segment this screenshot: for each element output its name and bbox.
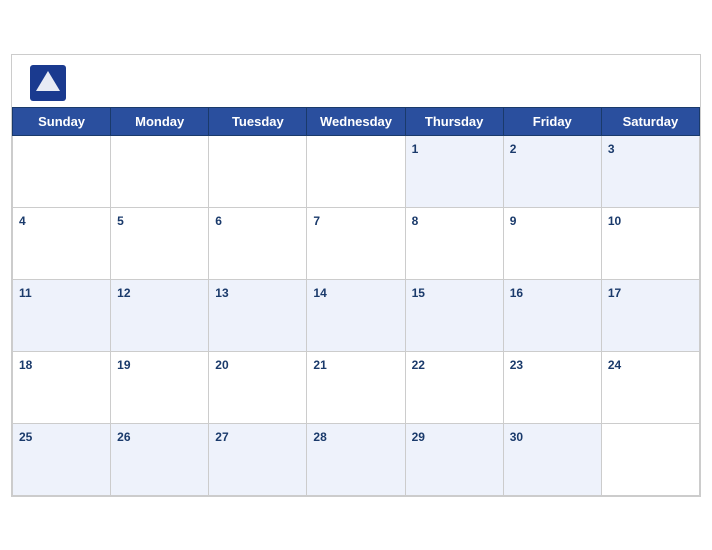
calendar-cell: 4 [13,207,111,279]
weekday-header: Saturday [601,107,699,135]
calendar-cell: 1 [405,135,503,207]
day-number: 20 [215,358,228,372]
calendar-cell [209,135,307,207]
day-number: 19 [117,358,130,372]
day-number: 16 [510,286,523,300]
calendar-cell: 17 [601,279,699,351]
calendar-cell: 9 [503,207,601,279]
calendar-cell: 28 [307,423,405,495]
calendar-grid: SundayMondayTuesdayWednesdayThursdayFrid… [12,107,700,496]
calendar-cell: 14 [307,279,405,351]
day-number: 5 [117,214,124,228]
calendar-cell [111,135,209,207]
calendar-cell [601,423,699,495]
day-number: 13 [215,286,228,300]
day-number: 22 [412,358,425,372]
calendar-cell: 24 [601,351,699,423]
calendar-cell: 11 [13,279,111,351]
calendar-cell: 29 [405,423,503,495]
calendar-cell: 18 [13,351,111,423]
day-number: 27 [215,430,228,444]
calendar-cell: 20 [209,351,307,423]
day-number: 14 [313,286,326,300]
day-number: 2 [510,142,517,156]
calendar-container: SundayMondayTuesdayWednesdayThursdayFrid… [11,54,701,497]
day-number: 7 [313,214,320,228]
calendar-week-row: 25 26 27 28 29 30 [13,423,700,495]
weekday-header: Sunday [13,107,111,135]
calendar-cell: 5 [111,207,209,279]
day-number: 6 [215,214,222,228]
weekday-header-row: SundayMondayTuesdayWednesdayThursdayFrid… [13,107,700,135]
calendar-cell: 13 [209,279,307,351]
calendar-cell: 22 [405,351,503,423]
day-number: 1 [412,142,419,156]
calendar-cell: 12 [111,279,209,351]
day-number: 12 [117,286,130,300]
day-number: 9 [510,214,517,228]
calendar-cell: 10 [601,207,699,279]
calendar-cell: 3 [601,135,699,207]
calendar-body: 1234567891011121314151617181920212223242… [13,135,700,495]
day-number: 10 [608,214,621,228]
calendar-cell: 30 [503,423,601,495]
calendar-cell [13,135,111,207]
weekday-header: Tuesday [209,107,307,135]
logo-icon [30,65,66,101]
calendar-cell: 8 [405,207,503,279]
calendar-cell: 6 [209,207,307,279]
day-number: 26 [117,430,130,444]
day-number: 3 [608,142,615,156]
weekday-header: Thursday [405,107,503,135]
day-number: 8 [412,214,419,228]
day-number: 29 [412,430,425,444]
day-number: 28 [313,430,326,444]
calendar-week-row: 1 2 3 [13,135,700,207]
calendar-cell: 23 [503,351,601,423]
day-number: 15 [412,286,425,300]
weekday-header: Monday [111,107,209,135]
day-number: 11 [19,286,32,300]
calendar-cell: 27 [209,423,307,495]
day-number: 23 [510,358,523,372]
weekday-header: Wednesday [307,107,405,135]
calendar-week-row: 4 5 6 7 8 9 10 [13,207,700,279]
day-number: 18 [19,358,32,372]
calendar-cell: 7 [307,207,405,279]
day-number: 25 [19,430,32,444]
calendar-week-row: 11 12 13 14 15 16 17 [13,279,700,351]
day-number: 4 [19,214,26,228]
calendar-cell: 25 [13,423,111,495]
day-number: 24 [608,358,621,372]
calendar-cell: 2 [503,135,601,207]
calendar-cell: 16 [503,279,601,351]
day-number: 17 [608,286,621,300]
weekday-header: Friday [503,107,601,135]
logo [30,65,70,101]
calendar-cell [307,135,405,207]
calendar-cell: 26 [111,423,209,495]
calendar-cell: 15 [405,279,503,351]
calendar-cell: 19 [111,351,209,423]
day-number: 30 [510,430,523,444]
calendar-cell: 21 [307,351,405,423]
calendar-header [12,55,700,107]
day-number: 21 [313,358,326,372]
calendar-week-row: 18 19 20 21 22 23 24 [13,351,700,423]
